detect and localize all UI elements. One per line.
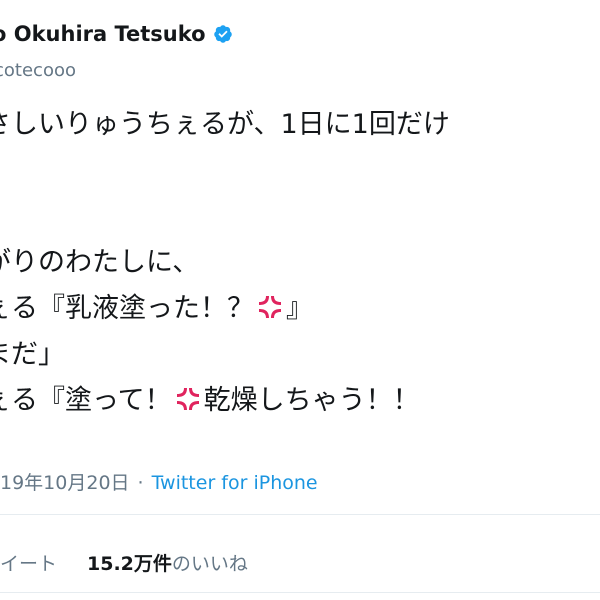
- tweet-line-6-text: ぇる『塗って！: [0, 385, 172, 416]
- anger-symbol-icon: [176, 388, 199, 410]
- tweet-line-4: ぇる『乳液塗った！？ 』: [0, 286, 450, 332]
- tweet-line-1: さしいりゅうちぇるが、1日に1回だけ: [0, 109, 450, 140]
- anger-symbol-icon: [259, 296, 281, 318]
- tweet-line-5: まだ」: [0, 339, 65, 370]
- tweet-line-3: がりのわたしに、: [0, 247, 200, 278]
- tweet-card: o Okuhira Tetsuko cotecooo さしいりゅうちぇるが、1日…: [0, 0, 600, 600]
- likes-count[interactable]: 15.2万件: [87, 553, 172, 575]
- tweet-line-6-end: 乾燥しちゃう！！: [203, 385, 420, 416]
- author-name[interactable]: o Okuhira Tetsuko: [0, 22, 233, 46]
- tweet-source-link[interactable]: Twitter for iPhone: [152, 472, 318, 494]
- tweet-meta: 19年10月20日 · Twitter for iPhone: [0, 468, 318, 495]
- verified-badge-icon: [213, 25, 232, 43]
- tweet-line-4-end: 』: [286, 293, 313, 324]
- meta-separator: ·: [137, 472, 144, 494]
- tweet-line-2: 。: [0, 148, 450, 194]
- tweet-stats: イート 15.2万件のいいね: [0, 549, 248, 576]
- retweets-label[interactable]: イート: [0, 553, 57, 575]
- divider-top: [0, 514, 600, 515]
- tweet-line-4-text: ぇる『乳液塗った！？: [0, 293, 254, 324]
- author-name-text[interactable]: o Okuhira Tetsuko: [0, 22, 206, 46]
- author-handle[interactable]: cotecooo: [0, 60, 76, 81]
- tweet-line-6: ぇる『塗って！ 乾燥しちゃう！！: [0, 378, 450, 424]
- likes-label[interactable]: のいいね: [172, 553, 248, 575]
- tweet-date[interactable]: 19年10月20日: [0, 472, 130, 494]
- divider-bottom: [0, 592, 600, 593]
- tweet-text: さしいりゅうちぇるが、1日に1回だけ 。 がりのわたしに、 ぇる『乳液塗った！？…: [0, 102, 450, 424]
